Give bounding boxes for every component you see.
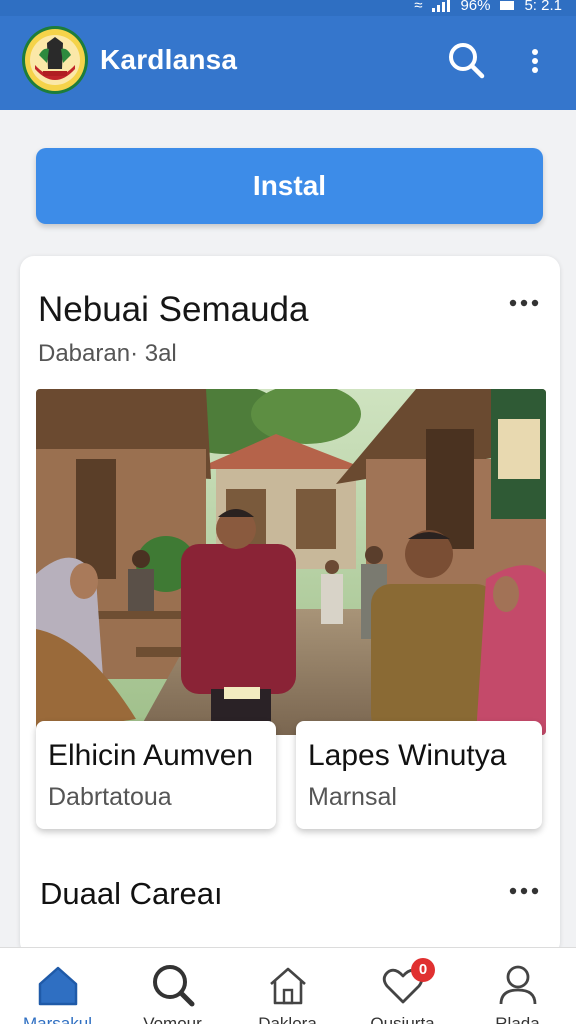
profile-icon xyxy=(495,962,541,1008)
list-item[interactable]: Lapes Winutya Marnsal xyxy=(296,721,542,829)
nav-item-profile[interactable]: Rlada xyxy=(460,948,575,1024)
nav-item-explore[interactable]: Daklora xyxy=(230,948,345,1024)
search-icon xyxy=(150,962,196,1008)
wifi-calling-icon: ≈ xyxy=(414,0,423,14)
more-horiz-icon[interactable] xyxy=(508,296,540,308)
card-title: Nebuai Semauda xyxy=(38,290,309,329)
second-card-title: Duaal Careaı xyxy=(40,876,223,911)
bottom-nav: Marsakul Vomour Daklora 0 Qusiurta Rlada xyxy=(0,947,576,1024)
search-icon[interactable] xyxy=(446,40,486,80)
card-subtitle: Dabaran· 3al xyxy=(38,340,177,367)
status-bar: ≈ 96% 5: 2.1 xyxy=(0,0,576,16)
nav-label: Daklora xyxy=(258,1014,317,1024)
item-subtitle: Dabrtatoua xyxy=(48,783,172,811)
notification-badge: 0 xyxy=(411,958,435,982)
nav-label: Vomour xyxy=(143,1014,202,1024)
battery-icon xyxy=(500,1,515,10)
feed-card: Nebuai Semauda Dabaran· 3al Elhicin Aumv… xyxy=(20,256,560,956)
village-photo[interactable] xyxy=(36,389,546,735)
more-horiz-icon[interactable] xyxy=(508,884,540,896)
nav-item-favorites[interactable]: 0 Qusiurta xyxy=(345,948,460,1024)
list-item[interactable]: Elhicin Aumven Dabrtatoua xyxy=(36,721,276,829)
app-logo xyxy=(22,26,88,94)
house-outline-icon xyxy=(265,962,311,1008)
nav-label: Qusiurta xyxy=(370,1014,435,1024)
install-button[interactable]: Instal xyxy=(36,148,543,224)
nav-label: Marsakul xyxy=(23,1014,92,1024)
home-icon xyxy=(35,962,81,1008)
battery-percent: 96% xyxy=(460,0,491,14)
more-vert-icon[interactable] xyxy=(524,44,546,80)
app-title: Kardlansa xyxy=(100,44,238,75)
signal-icon xyxy=(432,0,451,12)
nav-item-home[interactable]: Marsakul xyxy=(0,948,115,1024)
item-subtitle: Marnsal xyxy=(308,783,397,811)
clock: 5: 2.1 xyxy=(524,0,562,14)
nav-label: Rlada xyxy=(495,1014,540,1024)
app-bar: Kardlansa xyxy=(0,16,576,110)
item-title: Lapes Winutya xyxy=(308,739,507,772)
nav-item-search[interactable]: Vomour xyxy=(115,948,230,1024)
item-title: Elhicin Aumven xyxy=(48,739,254,772)
